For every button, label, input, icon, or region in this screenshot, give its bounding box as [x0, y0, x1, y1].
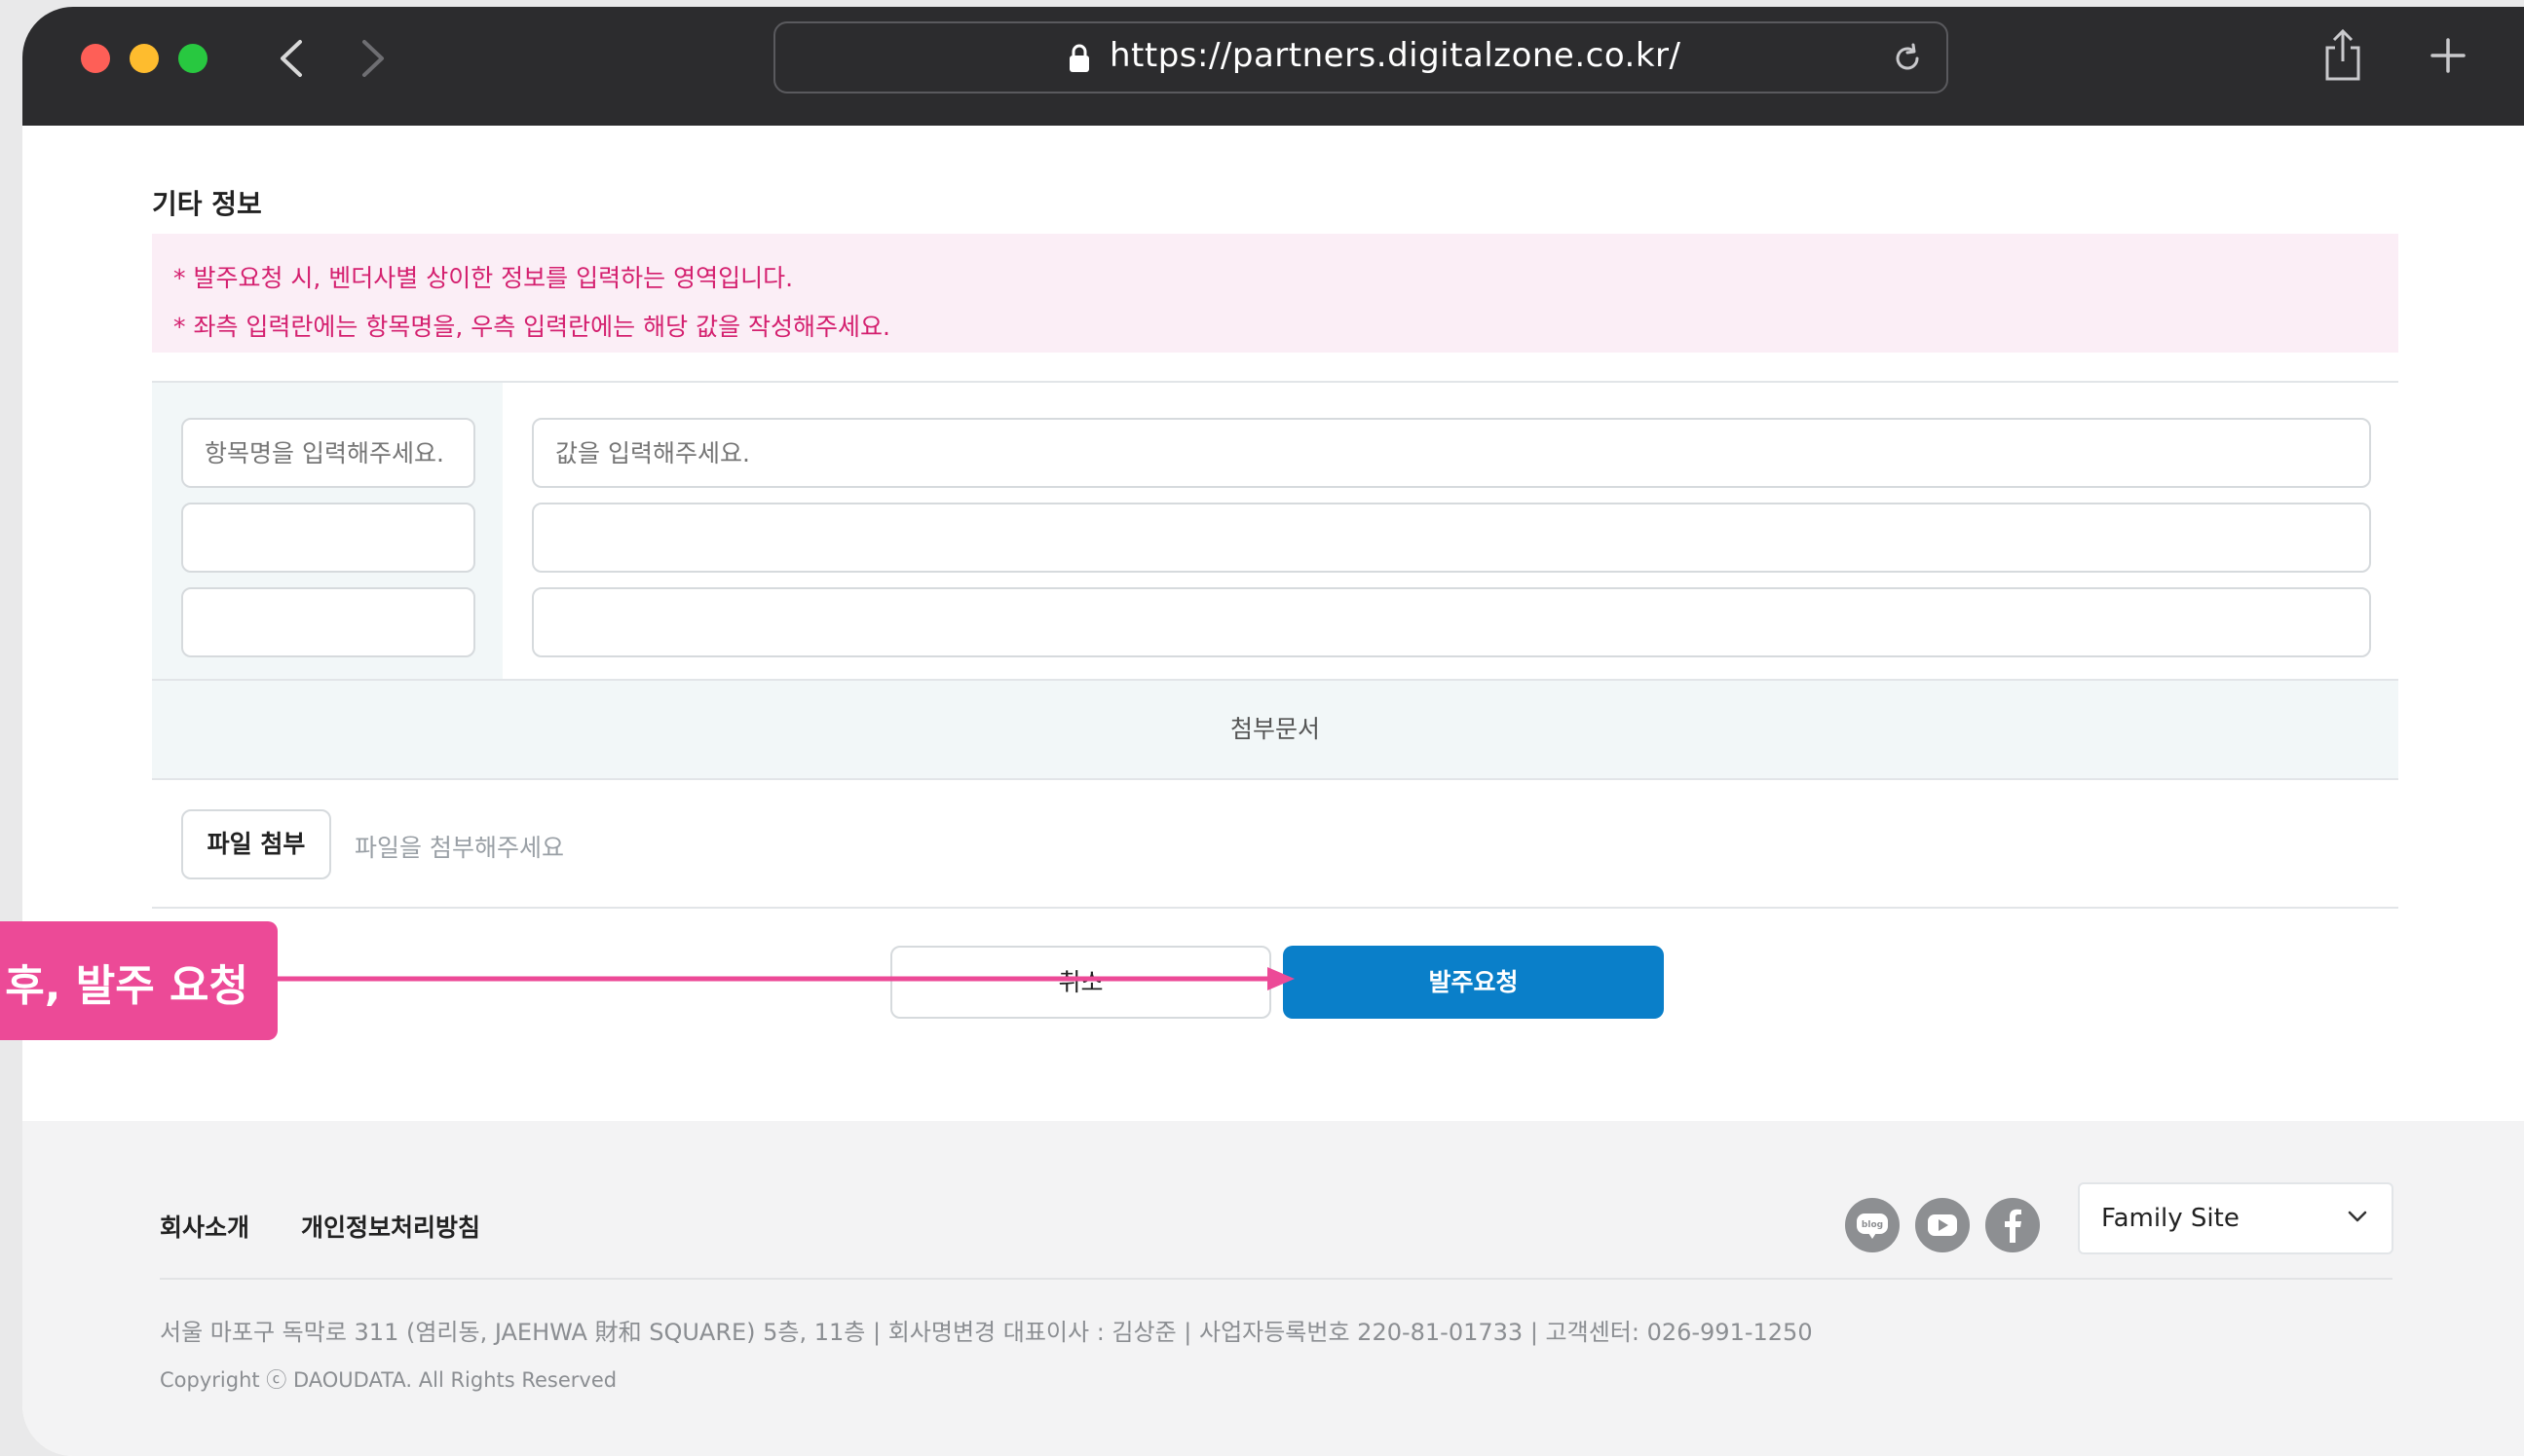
minimize-window-button[interactable]	[130, 44, 159, 73]
reload-icon[interactable]	[1890, 41, 1925, 76]
family-site-label: Family Site	[2101, 1204, 2240, 1233]
attachment-header: 첨부문서	[152, 679, 2398, 780]
field-value-input[interactable]	[532, 503, 2371, 573]
notice-line: * 발주요청 시, 벤더사별 상이한 정보를 입력하는 영역입니다.	[173, 264, 794, 292]
section-title: 기타 정보	[152, 188, 262, 220]
close-window-button[interactable]	[81, 44, 110, 73]
file-attach-hint: 파일을 첨부해주세요	[355, 834, 564, 862]
svg-text:blog: blog	[1862, 1220, 1883, 1230]
address-bar[interactable]: https://partners.digitalzone.co.kr/	[773, 21, 1948, 93]
new-tab-icon[interactable]	[2429, 36, 2467, 75]
chevron-down-icon	[2348, 1211, 2367, 1222]
attachment-row: 파일 첨부 파일을 첨부해주세요	[152, 780, 2398, 909]
annotation-callout: 후, 발주 요청	[0, 921, 278, 1040]
annotation-text: 후, 발주 요청	[5, 961, 248, 1011]
back-icon[interactable]	[271, 36, 316, 81]
order-request-button[interactable]: 발주요청	[1283, 946, 1664, 1019]
file-attach-button[interactable]: 파일 첨부	[181, 809, 331, 879]
custom-fields-table	[152, 381, 2398, 681]
field-value-input[interactable]	[532, 587, 2371, 657]
youtube-icon[interactable]	[1915, 1198, 1970, 1252]
footer-link-company[interactable]: 회사소개	[160, 1209, 249, 1244]
share-icon[interactable]	[2321, 28, 2364, 83]
field-name-input[interactable]	[181, 503, 475, 573]
site-footer: 회사소개 개인정보처리방침 blog Family Site 서울 마포구 독막…	[22, 1121, 2524, 1456]
field-name-input[interactable]	[181, 418, 475, 488]
browser-window: https://partners.digitalzone.co.kr/ 기타 정…	[22, 7, 2524, 1456]
annotation-arrow	[278, 967, 1295, 990]
url-text: https://partners.digitalzone.co.kr/	[1110, 36, 1681, 75]
notice-box: * 발주요청 시, 벤더사별 상이한 정보를 입력하는 영역입니다. * 좌측 …	[152, 234, 2398, 353]
field-value-input[interactable]	[532, 418, 2371, 488]
forward-icon[interactable]	[349, 36, 394, 81]
copyright: Copyright ⓒ DAOUDATA. All Rights Reserve…	[160, 1368, 618, 1392]
zoom-window-button[interactable]	[178, 44, 207, 73]
facebook-icon[interactable]	[1985, 1198, 2040, 1252]
company-address: 서울 마포구 독막로 311 (염리동, JAEHWA 財和 SQUARE) 5…	[160, 1319, 1813, 1346]
blog-icon[interactable]: blog	[1845, 1198, 1900, 1252]
browser-toolbar: https://partners.digitalzone.co.kr/	[22, 7, 2524, 126]
notice-line: * 좌측 입력란에는 항목명을, 우측 입력란에는 해당 값을 작성해주세요.	[173, 313, 890, 341]
family-site-select[interactable]: Family Site	[2078, 1182, 2393, 1254]
footer-divider	[160, 1278, 2392, 1280]
footer-link-privacy[interactable]: 개인정보처리방침	[301, 1209, 480, 1244]
field-name-input[interactable]	[181, 587, 475, 657]
lock-icon	[1070, 44, 1089, 72]
